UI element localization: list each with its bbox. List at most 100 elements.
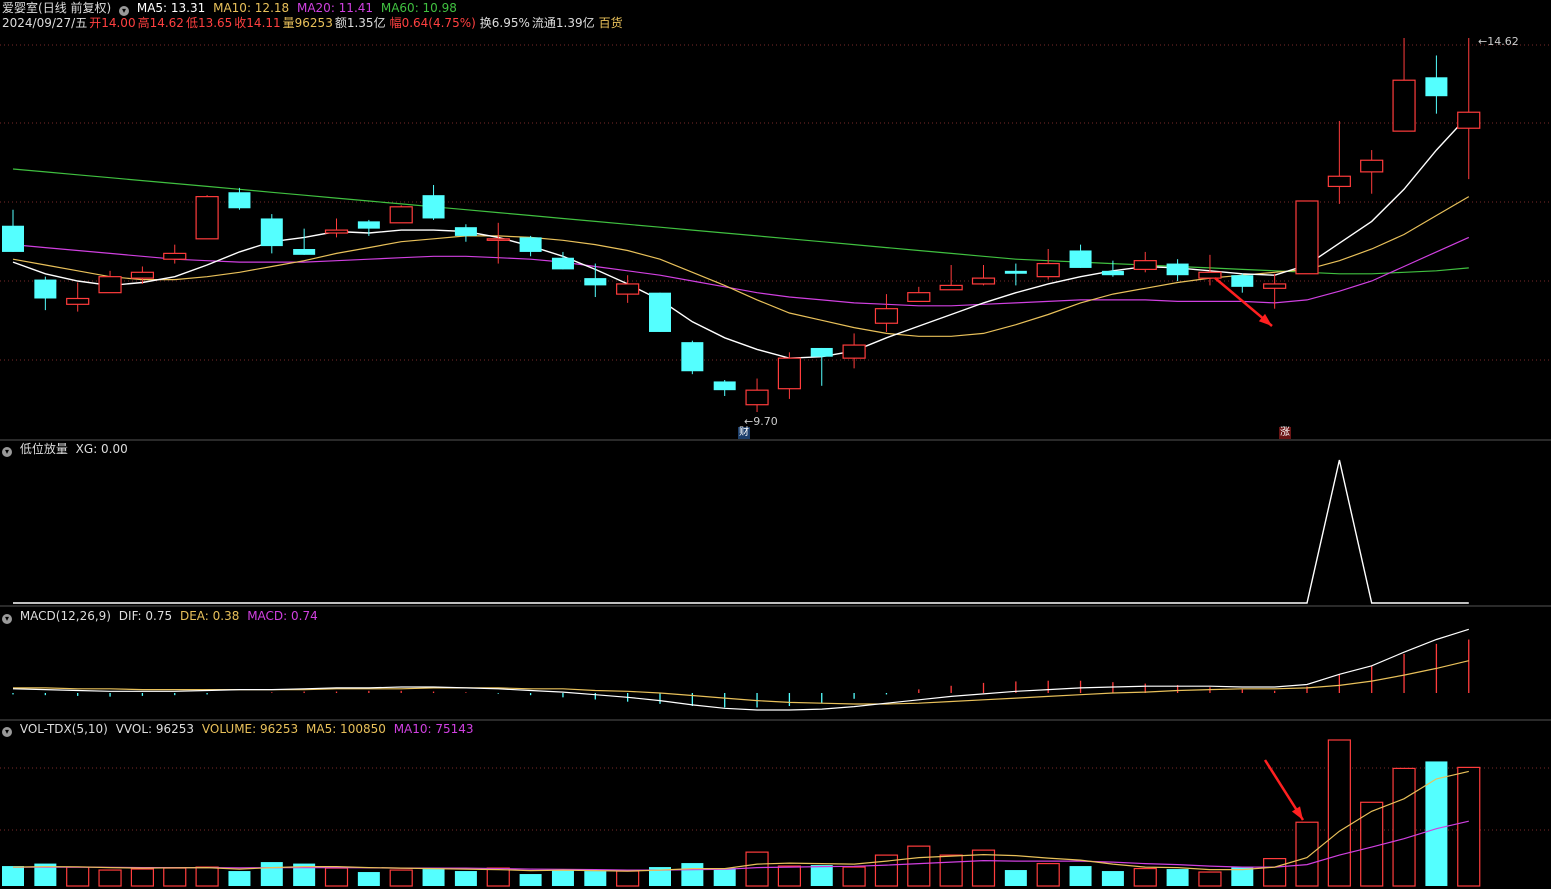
vol-indicator-name[interactable]: VOL-TDX(5,10) xyxy=(20,722,108,736)
volume-bar-down xyxy=(681,863,704,886)
quote-volume: 量96253 xyxy=(282,16,333,30)
volume-bar-down xyxy=(228,871,251,886)
volume-bar-up xyxy=(1360,801,1384,887)
candle-down xyxy=(228,192,251,209)
ma5-line xyxy=(12,114,1470,359)
volume-bar-up xyxy=(1263,857,1287,887)
macd-dif-line xyxy=(12,628,1469,711)
volume-bar-up xyxy=(745,851,769,887)
quote-sector[interactable]: 百货 xyxy=(599,16,623,30)
candle-down xyxy=(260,218,283,247)
candle-up xyxy=(1392,79,1416,132)
collapse-toggle-icon[interactable]: ▾ xyxy=(2,727,12,737)
quote-turnover: 换6.95% xyxy=(479,16,530,30)
volume-bar-up xyxy=(130,868,154,887)
candle-down xyxy=(34,279,57,299)
finance-event-marker[interactable]: 财 xyxy=(738,427,750,439)
limit-up-marker[interactable]: 涨 xyxy=(1279,427,1291,439)
candle-up xyxy=(66,297,90,305)
xg-indicator-name[interactable]: 低位放量 xyxy=(20,442,68,456)
macd-indicator-name[interactable]: MACD(12,26,9) xyxy=(20,609,111,623)
quote-change: 幅0.64(4.75%) xyxy=(389,16,476,30)
stock-name: 爱婴室 xyxy=(2,1,39,15)
volume-bar-up xyxy=(486,867,510,887)
collapse-toggle-icon[interactable]: ▾ xyxy=(2,614,12,624)
volume-bar-down xyxy=(551,870,574,886)
ma10-line xyxy=(12,196,1470,337)
candle-up xyxy=(939,284,963,291)
candle-up xyxy=(195,196,219,240)
volume-bar-down xyxy=(454,871,477,886)
vol-ma10: MA10: 75143 xyxy=(393,722,474,736)
collapse-toggle-icon[interactable]: ▾ xyxy=(2,447,12,457)
arrow-left-icon: ← xyxy=(1478,35,1488,48)
chart-mode: (日线 前复权) xyxy=(38,1,112,15)
candle-up xyxy=(1263,283,1287,289)
candle-down xyxy=(357,221,380,229)
volume-bar-up xyxy=(324,867,349,887)
quote-low: 低13.65 xyxy=(185,16,233,30)
candle-down xyxy=(1069,250,1092,268)
candle-up xyxy=(971,277,996,285)
volume-bar-up xyxy=(939,854,963,887)
vol-panel-header: ▾ VOL-TDX(5,10) VVOL: 96253 VOLUME: 9625… xyxy=(2,722,478,737)
volume-bar-up xyxy=(1198,871,1222,887)
candle-down xyxy=(551,257,574,270)
candle-down xyxy=(1101,270,1124,276)
volume-bar-up xyxy=(195,866,219,887)
candle-up xyxy=(777,357,802,390)
candle-down xyxy=(681,342,704,372)
volume-bar-up xyxy=(98,869,122,887)
candle-up xyxy=(1198,271,1222,279)
candle-down xyxy=(1231,275,1254,287)
volume-bar-up xyxy=(777,865,802,887)
volume-bar-down xyxy=(357,872,380,886)
quote-line: 2024/09/27/五 开14.00 高14.62 低13.65 收14.11 量962… xyxy=(2,16,627,31)
stock-chart[interactable] xyxy=(0,0,1551,889)
candle-down xyxy=(2,225,24,252)
collapse-toggle-icon[interactable]: ▾ xyxy=(119,6,130,16)
xg-panel-header: ▾ 低位放量 XG: 0.00 xyxy=(2,442,132,457)
candle-down xyxy=(649,292,671,332)
candle-down xyxy=(454,227,477,236)
volume-bar-up xyxy=(1392,767,1416,887)
candle-up xyxy=(1360,159,1384,173)
volume-bar-down xyxy=(713,868,736,886)
quote-amount: 额1.35亿 xyxy=(334,16,386,30)
candle-up xyxy=(1295,200,1319,275)
vol-ma10-line xyxy=(13,820,1469,871)
ma20-label: MA20: 11.41 xyxy=(296,1,374,15)
ma5-label: MA5: 13.31 xyxy=(136,1,206,15)
volume-bar-down xyxy=(422,869,445,886)
candle-up xyxy=(163,252,187,260)
xg-value: XG: 0.00 xyxy=(75,442,128,456)
high-price-label: ←14.62 xyxy=(1478,35,1519,48)
volume-bar-down xyxy=(810,865,833,886)
ma10-label: MA10: 12.18 xyxy=(213,1,290,15)
candle-up xyxy=(1036,262,1060,278)
candle-down xyxy=(1004,270,1027,274)
candle-down xyxy=(519,237,542,252)
vol-ma5: MA5: 100850 xyxy=(306,722,386,736)
volume-bar-up xyxy=(1133,867,1157,887)
macd-value: MACD: 0.74 xyxy=(247,609,318,623)
candle-down xyxy=(293,249,316,255)
volume-bar-down xyxy=(2,866,24,886)
volume-bar-down xyxy=(584,871,607,886)
ma60-line xyxy=(12,168,1469,275)
quote-float-cap: 流通1.39亿 xyxy=(531,16,595,30)
volume-bar-down xyxy=(1166,869,1189,886)
vol-vvol: VVOL: 96253 xyxy=(115,722,195,736)
candle-up xyxy=(1327,175,1351,188)
ma60-label: MA60: 10.98 xyxy=(380,1,457,15)
volume-bar-up xyxy=(1036,862,1060,887)
candle-down xyxy=(713,381,736,391)
volume-bar-up xyxy=(66,866,90,887)
volume-bar-up xyxy=(163,867,187,887)
main-chart-header: 爱婴室(日线 前复权) ▾ MA5: 13.31 MA10: 12.18 MA2… xyxy=(2,1,461,16)
ma20-line xyxy=(12,236,1470,307)
volume-bar-down xyxy=(1425,761,1448,886)
vol-volume: VOLUME: 96253 xyxy=(201,722,299,736)
volume-bar-up xyxy=(1327,739,1351,887)
volume-bar-up xyxy=(1295,821,1319,887)
